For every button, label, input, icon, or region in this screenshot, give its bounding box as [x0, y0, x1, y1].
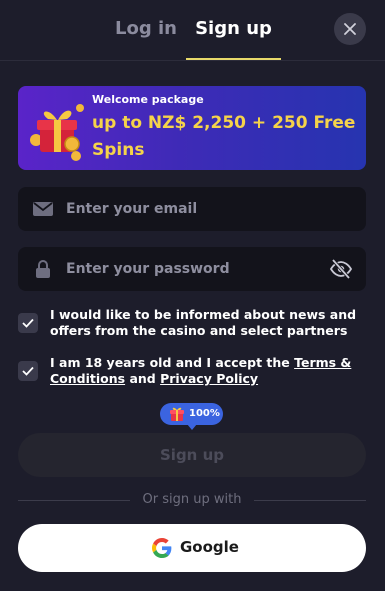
social-divider-text: Or sign up with: [142, 492, 242, 507]
eye-off-icon[interactable]: [329, 257, 353, 281]
banner-title: up to NZ$ 2,250 + 250 Free Spins: [92, 113, 356, 160]
tab-login[interactable]: Log in: [108, 18, 184, 61]
divider-line-left: [18, 500, 130, 501]
active-tab-indicator: [186, 58, 281, 60]
envelope-icon: [33, 202, 53, 216]
welcome-banner[interactable]: Welcome package up to NZ$ 2,250 + 250 Fr…: [18, 86, 366, 170]
google-signup-button[interactable]: Google: [18, 524, 366, 572]
tab-signup[interactable]: Sign up: [186, 18, 281, 61]
auth-tabs: Log in Sign up: [0, 0, 385, 61]
checkmark-icon: [22, 318, 34, 328]
google-label: Google: [180, 538, 239, 556]
password-field[interactable]: [18, 247, 366, 291]
promo-badge: 100%: [160, 403, 223, 430]
close-button[interactable]: [334, 13, 366, 45]
lock-icon: [36, 260, 50, 278]
google-icon: [152, 538, 172, 558]
consent-news-checkbox[interactable]: [18, 313, 38, 333]
privacy-link[interactable]: Privacy Policy: [160, 371, 258, 386]
gift-icon: [170, 407, 184, 421]
banner-subtitle: Welcome package: [92, 93, 204, 106]
signup-button[interactable]: Sign up: [18, 433, 366, 477]
password-input[interactable]: [66, 247, 326, 291]
consent-age-text-before: I am 18 years old and I accept the: [50, 355, 295, 370]
gift-box-icon: [30, 104, 84, 161]
email-field[interactable]: [18, 187, 366, 231]
checkmark-icon: [22, 366, 34, 376]
consent-news-label: I would like to be informed about news a…: [50, 307, 357, 338]
close-icon: [344, 23, 356, 35]
consent-age-checkbox[interactable]: [18, 361, 38, 381]
consent-age-text-middle: and: [125, 371, 161, 386]
divider-line-right: [254, 500, 366, 501]
promo-value: 100%: [189, 408, 220, 419]
consent-age-label: I am 18 years old and I accept the Terms…: [50, 355, 362, 387]
email-input[interactable]: [66, 187, 326, 231]
